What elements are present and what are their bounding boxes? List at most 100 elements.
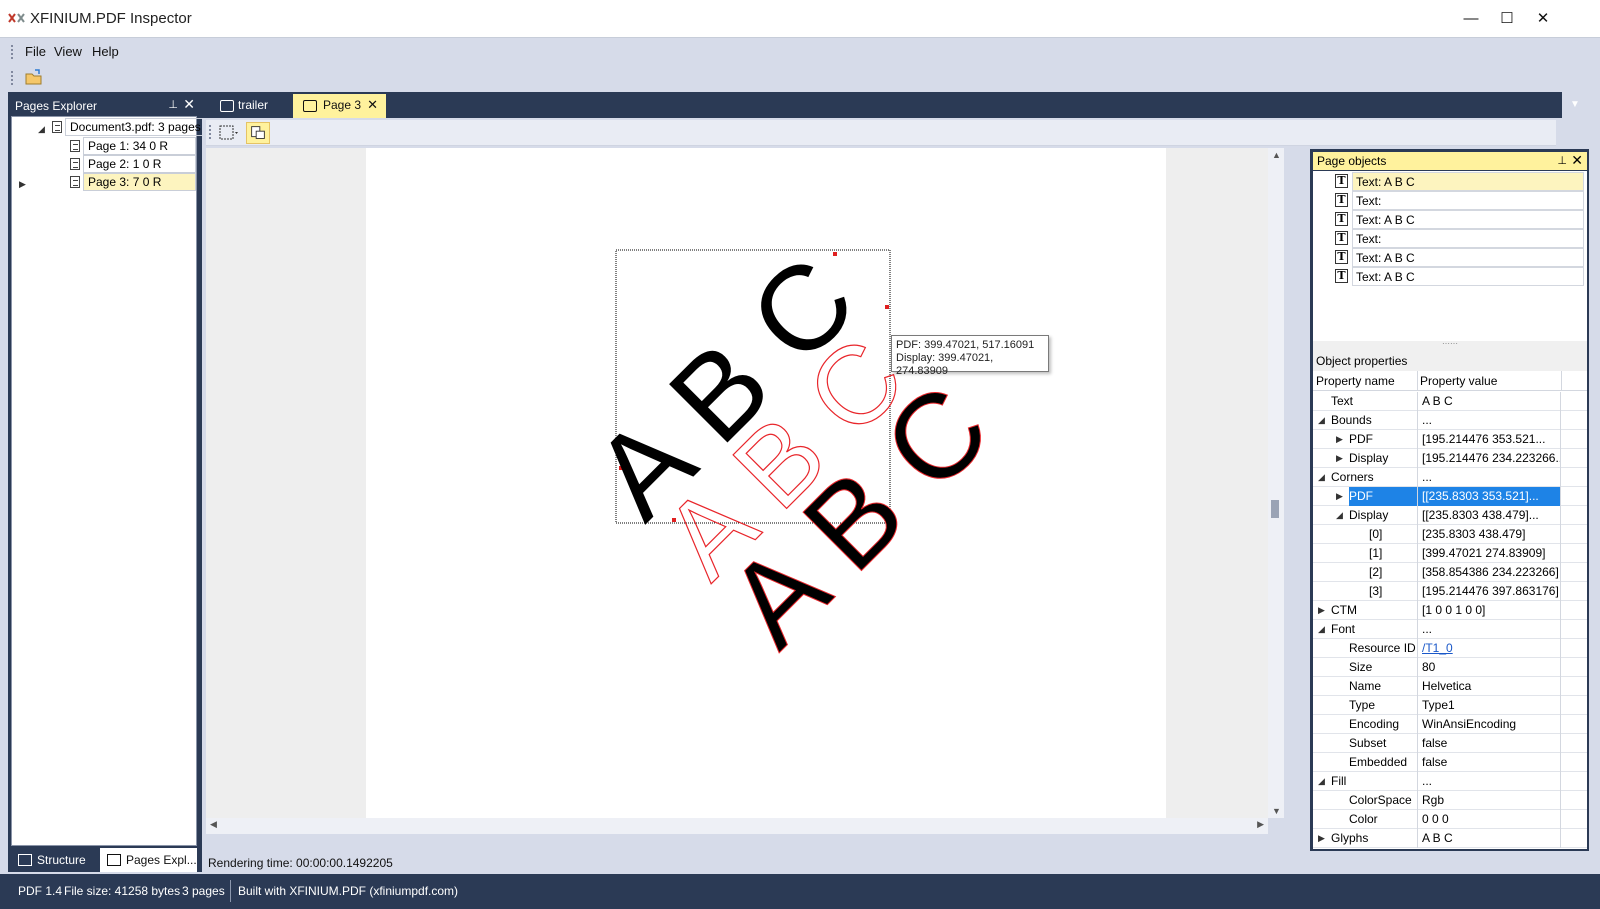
property-row[interactable]: Subset false <box>1313 734 1587 753</box>
column-property-name[interactable]: Property name <box>1316 374 1395 388</box>
property-row[interactable]: ▶ CTM [1 0 0 1 0 0] <box>1313 601 1587 620</box>
property-value[interactable]: /T1_0 <box>1417 639 1561 658</box>
property-value[interactable]: [358.854386 234.223266] <box>1417 563 1561 582</box>
property-row[interactable]: Encoding WinAnsiEncoding <box>1313 715 1587 734</box>
show-objects-icon[interactable] <box>246 122 270 144</box>
property-value[interactable]: [[235.8303 353.521]... <box>1417 487 1561 506</box>
tabs-dropdown-icon[interactable]: ▼ <box>1570 99 1580 110</box>
property-row[interactable]: ▶ PDF [[235.8303 353.521]... <box>1313 487 1587 506</box>
column-divider[interactable] <box>1417 371 1418 391</box>
expand-arrow-icon[interactable]: ▶ <box>19 176 26 193</box>
property-row[interactable]: ◢ Corners... <box>1313 468 1587 487</box>
pdf-page[interactable]: A B C A B C A B C <box>366 148 1166 818</box>
menu-help[interactable]: Help <box>92 44 119 59</box>
property-row[interactable]: ▶ Glyphs A B C <box>1313 829 1587 848</box>
close-tab-button[interactable]: ✕ <box>367 94 378 116</box>
expand-arrow-icon[interactable]: ▶ <box>1318 829 1325 847</box>
property-value[interactable]: [235.8303 438.479] <box>1417 525 1561 544</box>
menu-grip[interactable] <box>10 44 14 60</box>
page-object-label[interactable]: Text: <box>1352 191 1584 210</box>
tree-label[interactable]: Page 1: 34 0 R <box>83 137 196 155</box>
property-value[interactable]: ... <box>1417 772 1561 791</box>
scroll-up-icon[interactable]: ▲ <box>1272 150 1281 160</box>
resource-id-link[interactable]: /T1_0 <box>1422 641 1453 655</box>
page-object-item[interactable]: T Text: A B C <box>1313 248 1587 267</box>
property-value[interactable]: WinAnsiEncoding <box>1417 715 1561 734</box>
property-value[interactable]: false <box>1417 753 1561 772</box>
maximize-button[interactable]: ☐ <box>1489 6 1525 32</box>
menu-file[interactable]: File <box>25 44 46 59</box>
minimize-button[interactable]: — <box>1453 6 1489 32</box>
property-value[interactable]: 80 <box>1417 658 1561 677</box>
close-pane-button[interactable]: ✕ <box>183 96 195 113</box>
property-value[interactable]: A B C <box>1417 829 1561 848</box>
toolbar-grip[interactable] <box>10 70 14 86</box>
property-row[interactable]: Embedded false <box>1313 753 1587 772</box>
tree-page-node-selected[interactable]: ▶ Page 3: 7 0 R <box>12 173 196 191</box>
tree-label[interactable]: Page 3: 7 0 R <box>83 173 196 191</box>
property-value[interactable]: [399.47021 274.83909] <box>1417 544 1561 563</box>
property-value[interactable]: Helvetica <box>1417 677 1561 696</box>
collapse-arrow-icon[interactable]: ◢ <box>1336 506 1343 524</box>
property-row[interactable]: [2] [358.854386 234.223266] <box>1313 563 1587 582</box>
tab-trailer[interactable]: trailer <box>210 94 290 118</box>
property-row[interactable]: [3] [195.214476 397.863176] <box>1313 582 1587 601</box>
page-viewer[interactable]: A B C A B C A B C <box>206 148 1268 818</box>
property-row[interactable]: Name Helvetica <box>1313 677 1587 696</box>
property-row[interactable]: Resource ID/T1_0 <box>1313 639 1587 658</box>
property-value[interactable]: Rgb <box>1417 791 1561 810</box>
collapse-arrow-icon[interactable]: ◢ <box>1318 620 1325 638</box>
page-object-label[interactable]: Text: A B C <box>1352 267 1584 286</box>
scroll-down-icon[interactable]: ▼ <box>1272 806 1281 816</box>
tree-page-node[interactable]: Page 1: 34 0 R <box>12 137 196 155</box>
open-file-icon[interactable] <box>24 68 44 88</box>
property-value[interactable]: ... <box>1417 468 1561 487</box>
menu-view[interactable]: View <box>54 44 82 59</box>
page-object-item[interactable]: T Text: <box>1313 191 1587 210</box>
property-row[interactable]: Size 80 <box>1313 658 1587 677</box>
pin-icon[interactable]: ⊥ <box>1557 154 1567 167</box>
property-row[interactable]: ◢ Font... <box>1313 620 1587 639</box>
property-value[interactable]: 0 0 0 <box>1417 810 1561 829</box>
property-row[interactable]: ◢ Bounds... <box>1313 411 1587 430</box>
property-value[interactable]: [195.214476 397.863176] <box>1417 582 1561 601</box>
page-object-item[interactable]: T Text: A B C <box>1313 210 1587 229</box>
property-row[interactable]: [1] [399.47021 274.83909] <box>1313 544 1587 563</box>
pin-icon[interactable]: ⊥ <box>168 98 178 111</box>
property-row[interactable]: ◢ Fill... <box>1313 772 1587 791</box>
bounds-handle[interactable] <box>833 252 837 256</box>
scroll-left-icon[interactable]: ◀ <box>210 819 217 830</box>
column-property-value[interactable]: Property value <box>1420 374 1497 388</box>
tab-page-3[interactable]: Page 3 ✕ <box>293 94 386 118</box>
property-value[interactable]: false <box>1417 734 1561 753</box>
close-pane-button[interactable]: ✕ <box>1571 152 1583 169</box>
property-value[interactable]: ... <box>1417 620 1561 639</box>
page-toolbar-grip[interactable] <box>208 124 212 140</box>
expand-arrow-icon[interactable]: ▶ <box>1336 487 1343 505</box>
page-object-label[interactable]: Text: A B C <box>1352 172 1584 191</box>
select-region-icon[interactable] <box>216 122 240 144</box>
property-row[interactable]: Type Type1 <box>1313 696 1587 715</box>
collapse-arrow-icon[interactable]: ◢ <box>1318 468 1325 486</box>
tab-structure[interactable]: Structure ... <box>11 848 99 891</box>
property-value[interactable]: [195.214476 234.223266... <box>1417 449 1561 468</box>
collapse-arrow-icon[interactable]: ◢ <box>38 121 45 138</box>
page-object-item[interactable]: T Text: A B C <box>1313 267 1587 286</box>
splitter-grip[interactable]: ⋯⋯ <box>1313 340 1587 349</box>
page-object-label[interactable]: Text: <box>1352 229 1584 248</box>
tab-pages-explorer[interactable]: Pages Expl... <box>100 848 197 872</box>
collapse-arrow-icon[interactable]: ◢ <box>1318 411 1325 429</box>
property-row[interactable]: [0] [235.8303 438.479] <box>1313 525 1587 544</box>
close-window-button[interactable]: ✕ <box>1525 6 1561 32</box>
scroll-right-icon[interactable]: ▶ <box>1257 819 1264 830</box>
page-object-label[interactable]: Text: A B C <box>1352 210 1584 229</box>
expand-arrow-icon[interactable]: ▶ <box>1336 449 1343 467</box>
vertical-scrollbar[interactable]: ▲ ▼ <box>1268 148 1284 818</box>
tree-document-node[interactable]: ◢ Document3.pdf: 3 pages <box>12 118 206 138</box>
property-row[interactable]: ◢ Display [[235.8303 438.479]... <box>1313 506 1587 525</box>
property-row[interactable]: ColorSpace Rgb <box>1313 791 1587 810</box>
column-divider[interactable] <box>1561 371 1562 391</box>
property-value[interactable]: A B C <box>1417 392 1561 411</box>
scroll-thumb[interactable] <box>1271 500 1279 518</box>
page-object-item[interactable]: T Text: <box>1313 229 1587 248</box>
